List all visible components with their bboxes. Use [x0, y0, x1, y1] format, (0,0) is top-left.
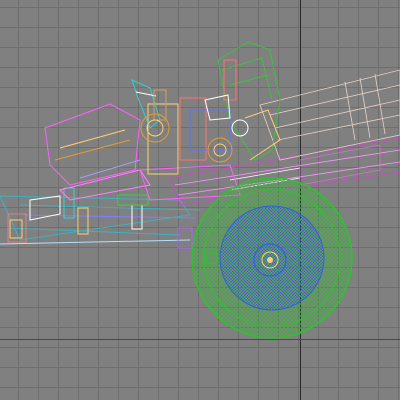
shield[interactable]: [217, 41, 281, 161]
elevation-gear[interactable]: [140, 94, 281, 163]
wireframe-model[interactable]: [0, 0, 400, 400]
3d-viewport[interactable]: [0, 0, 400, 400]
recoil-cylinder[interactable]: [259, 69, 400, 186]
cradle[interactable]: [44, 97, 241, 201]
trail[interactable]: [0, 187, 201, 249]
